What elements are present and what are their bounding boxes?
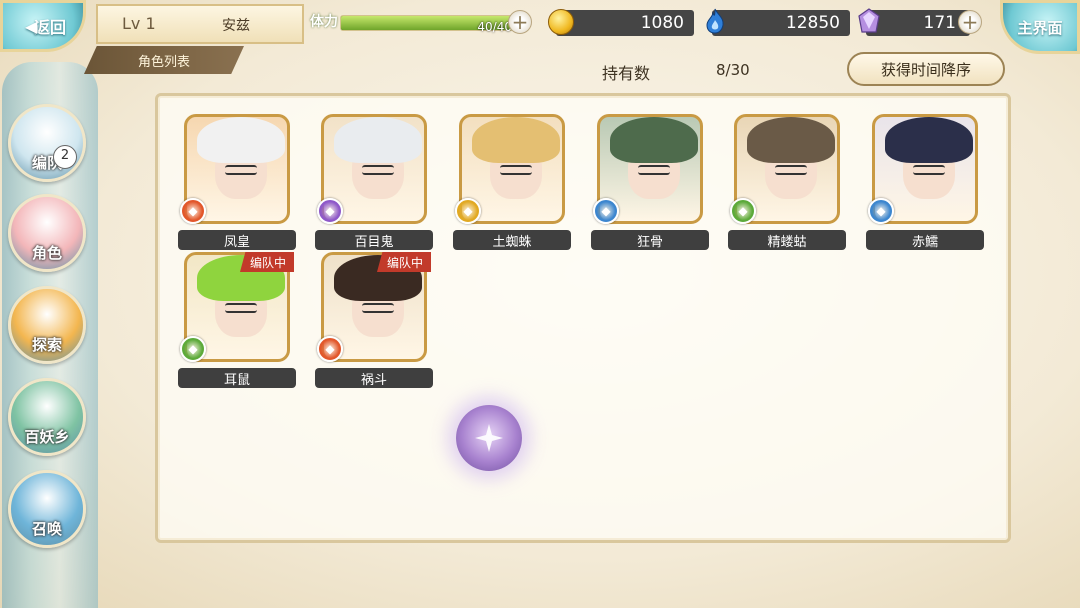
page-title-text: 角色列表	[137, 54, 190, 70]
character-name: 土蜘蛛	[492, 234, 532, 250]
fire-element-icon: ◆	[317, 336, 343, 362]
earth-element-icon: ◆	[455, 198, 481, 224]
character-name-bar: 百目鬼	[315, 230, 433, 250]
coin-icon	[548, 9, 574, 35]
character-card[interactable]: ◆ 赤鱬	[866, 114, 984, 254]
side-menu-item-4[interactable]: 召唤	[8, 470, 86, 548]
portrait-eyes	[775, 165, 807, 175]
add-stamina-button[interactable]: +	[508, 10, 532, 34]
portrait-hair	[334, 117, 422, 163]
summon-orb-icon[interactable]	[456, 405, 522, 471]
character-name: 赤鱬	[911, 234, 938, 250]
character-name-bar: 精蝼蛄	[728, 230, 846, 250]
character-name-bar: 狂骨	[591, 230, 709, 250]
character-name: 精蝼蛄	[767, 234, 807, 250]
character-name-bar: 赤鱬	[866, 230, 984, 250]
in-team-tag: 编队中	[376, 252, 431, 272]
owned-count-label: 持有数	[602, 64, 651, 83]
portrait-eyes	[638, 165, 670, 175]
wind-element-icon: ◆	[180, 336, 206, 362]
coin-value: 1080	[640, 13, 684, 33]
character-name: 百目鬼	[354, 234, 394, 250]
blue-flame-icon	[706, 8, 724, 34]
player-level: Lv 1	[122, 14, 156, 33]
stamina-label: 体力	[310, 14, 338, 30]
gem-counter: 171	[866, 10, 970, 36]
back-label: 返回	[33, 18, 66, 37]
character-name-bar: 凤皇	[178, 230, 296, 250]
portrait-eyes	[225, 303, 257, 313]
side-menu-item-1[interactable]: 角色	[8, 194, 86, 272]
portrait-eyes	[913, 165, 945, 175]
character-card[interactable]: ◆ 百目鬼	[315, 114, 433, 254]
sparkle-icon	[475, 424, 503, 452]
side-menu-item-0[interactable]: 编队 2	[8, 104, 86, 182]
wind-element-icon: ◆	[730, 198, 756, 224]
side-menu-item-2[interactable]: 探索	[8, 286, 86, 364]
add-gem-button[interactable]: +	[958, 10, 982, 34]
spirit-element-icon: ◆	[317, 198, 343, 224]
stamina-bar: 体力 40/40	[310, 10, 532, 36]
home-button[interactable]: 主界面	[1000, 0, 1080, 54]
character-name: 耳鼠	[223, 372, 250, 388]
portrait-hair	[472, 117, 560, 163]
back-button[interactable]: ◀ 返回	[0, 0, 86, 52]
character-card[interactable]: ◆ 凤皇	[178, 114, 296, 254]
portrait-hair	[610, 117, 698, 163]
player-name: 安兹	[222, 18, 250, 34]
coin-counter: 1080	[556, 10, 694, 36]
character-name-bar: 土蜘蛛	[453, 230, 571, 250]
sort-order-button[interactable]: 获得时间降序	[847, 52, 1005, 86]
side-menu-label: 角色	[31, 244, 62, 262]
gem-value: 171	[923, 13, 956, 33]
owned-count-value: 8/30	[716, 61, 750, 79]
team-count-badge: 2	[53, 145, 77, 169]
crystal-gem-icon	[858, 8, 880, 33]
soul-value: 12850	[785, 13, 840, 33]
water-element-icon: ◆	[868, 198, 894, 224]
in-team-tag: 编队中	[239, 252, 294, 272]
character-name-bar: 耳鼠	[178, 368, 296, 388]
character-card[interactable]: ◆ 精蝼蛄	[728, 114, 846, 254]
character-name: 狂骨	[636, 234, 663, 250]
side-menu-item-3[interactable]: 百妖乡	[8, 378, 86, 456]
portrait-hair	[747, 117, 835, 163]
character-card[interactable]: ◆ 编队中祸斗	[315, 252, 433, 392]
portrait-hair	[197, 117, 285, 163]
soul-counter: 12850	[712, 10, 850, 36]
character-card[interactable]: ◆ 狂骨	[591, 114, 709, 254]
portrait-eyes	[500, 165, 532, 175]
in-team-tag-label: 编队中	[386, 255, 423, 270]
character-name: 凤皇	[223, 234, 250, 250]
page-title: 角色列表	[84, 46, 244, 74]
portrait-eyes	[225, 165, 257, 175]
back-arrow-icon: ◀	[25, 17, 38, 36]
sort-order-label: 获得时间降序	[880, 60, 971, 79]
water-element-icon: ◆	[593, 198, 619, 224]
side-menu-label: 百妖乡	[24, 428, 70, 446]
player-plate: Lv 1 安兹	[96, 4, 304, 44]
character-card[interactable]: ◆ 土蜘蛛	[453, 114, 571, 254]
character-name-bar: 祸斗	[315, 368, 433, 388]
side-menu-label: 探索	[31, 336, 62, 354]
home-label: 主界面	[1017, 18, 1063, 37]
side-menu-label: 召唤	[31, 520, 62, 538]
fire-element-icon: ◆	[180, 198, 206, 224]
portrait-eyes	[362, 303, 394, 313]
portrait-hair	[885, 117, 973, 163]
portrait-eyes	[362, 165, 394, 175]
stamina-value: 40/40	[477, 20, 512, 34]
character-name: 祸斗	[360, 372, 387, 388]
in-team-tag-label: 编队中	[249, 255, 286, 270]
character-card[interactable]: ◆ 编队中耳鼠	[178, 252, 296, 392]
